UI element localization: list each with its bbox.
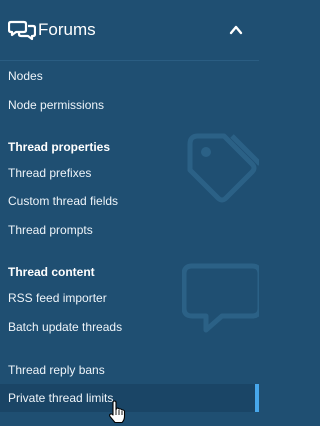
nav-item-batch-update-threads[interactable]: Batch update threads <box>8 319 122 335</box>
forums-section-header[interactable]: Forums <box>0 0 259 60</box>
active-item-indicator <box>255 384 259 412</box>
section-heading-thread-properties: Thread properties <box>8 140 111 154</box>
nav-item-private-thread-limits[interactable]: Private thread limits <box>8 390 113 406</box>
nav-item-nodes[interactable]: Nodes <box>8 68 43 84</box>
nav-item-custom-thread-fields[interactable]: Custom thread fields <box>8 193 118 209</box>
forums-chat-icon <box>8 20 36 41</box>
header-divider <box>0 60 259 61</box>
nav-item-node-permissions[interactable]: Node permissions <box>8 97 104 113</box>
forums-nav-panel: Forums Nodes Node permissions Thread pro… <box>0 0 259 426</box>
nav-item-thread-prefixes[interactable]: Thread prefixes <box>8 165 91 181</box>
section-heading-thread-content: Thread content <box>8 265 95 279</box>
chat-watermark-icon <box>182 263 259 333</box>
section-title: Forums <box>38 20 96 39</box>
nav-item-thread-prompts[interactable]: Thread prompts <box>8 222 93 238</box>
nav-item-thread-reply-bans[interactable]: Thread reply bans <box>8 362 105 378</box>
chevron-up-icon[interactable] <box>229 23 243 37</box>
nav-item-rss-feed-importer[interactable]: RSS feed importer <box>8 290 107 306</box>
tag-watermark-icon <box>187 133 259 203</box>
